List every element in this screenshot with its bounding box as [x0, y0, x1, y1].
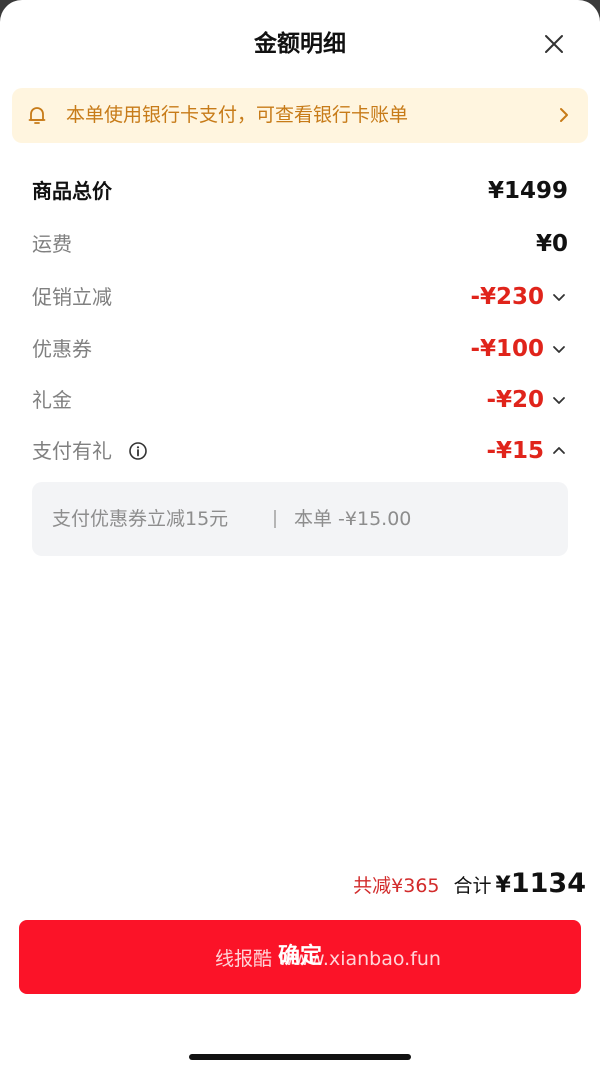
row-label: 礼金: [32, 388, 72, 412]
row-label: 优惠券: [32, 337, 92, 361]
confirm-label: 确定: [277, 944, 322, 969]
amount-detail-sheet: 金额明细 本单使用银行卡支付，可查看银行卡账单 商品总价 ¥1499 运费 ¥0…: [0, 0, 600, 1072]
row-label: 促销立减: [32, 285, 112, 309]
total-currency: ¥: [495, 873, 511, 898]
row-amount: -¥15: [486, 438, 544, 464]
total-summary: 共减¥365 合计 ¥1134: [353, 868, 586, 908]
close-button[interactable]: [536, 26, 572, 62]
row-amount: ¥1499: [487, 178, 568, 204]
row-amount: -¥230: [470, 284, 544, 310]
row-payment-gift[interactable]: 支付有礼 -¥15: [32, 431, 568, 471]
home-indicator[interactable]: [189, 1054, 411, 1060]
row-coupon[interactable]: 优惠券 -¥100: [32, 329, 568, 369]
chevron-down-icon[interactable]: [550, 391, 568, 409]
row-goods-total: 商品总价 ¥1499: [32, 171, 568, 211]
row-label: 运费: [32, 232, 72, 256]
info-icon[interactable]: [128, 441, 148, 461]
sheet-header: 金额明细: [0, 22, 600, 66]
detail-text: 支付优惠券立减15元: [52, 508, 229, 530]
row-amount: -¥100: [470, 336, 544, 362]
payment-gift-detail: 支付优惠券立减15元 本单 -¥15.00: [32, 482, 568, 556]
detail-value: 本单 -¥15.00: [294, 508, 412, 530]
row-label: 商品总价: [32, 179, 112, 203]
row-amount: -¥20: [486, 387, 544, 413]
chevron-right-icon: [560, 108, 568, 122]
detail-divider: [274, 510, 276, 528]
row-gift-money[interactable]: 礼金 -¥20: [32, 380, 568, 420]
total-label: 合计: [453, 875, 492, 897]
confirm-button[interactable]: 线报酷 www.xianbao.fun 确定: [19, 920, 581, 994]
chevron-down-icon[interactable]: [550, 340, 568, 358]
close-icon: [545, 35, 563, 53]
chevron-up-icon[interactable]: [550, 442, 568, 460]
page-title: 金额明细: [254, 31, 346, 57]
bank-card-notice[interactable]: 本单使用银行卡支付，可查看银行卡账单: [12, 88, 588, 143]
total-discount: 共减¥365: [353, 875, 440, 897]
notice-text: 本单使用银行卡支付，可查看银行卡账单: [66, 104, 409, 126]
row-shipping: 运费 ¥0: [32, 224, 568, 264]
chevron-down-icon[interactable]: [550, 288, 568, 306]
total-amount: 1134: [510, 868, 586, 899]
row-label: 支付有礼: [32, 439, 112, 463]
row-amount: ¥0: [535, 231, 568, 257]
bell-icon: [28, 107, 46, 124]
row-promotion[interactable]: 促销立减 -¥230: [32, 277, 568, 317]
